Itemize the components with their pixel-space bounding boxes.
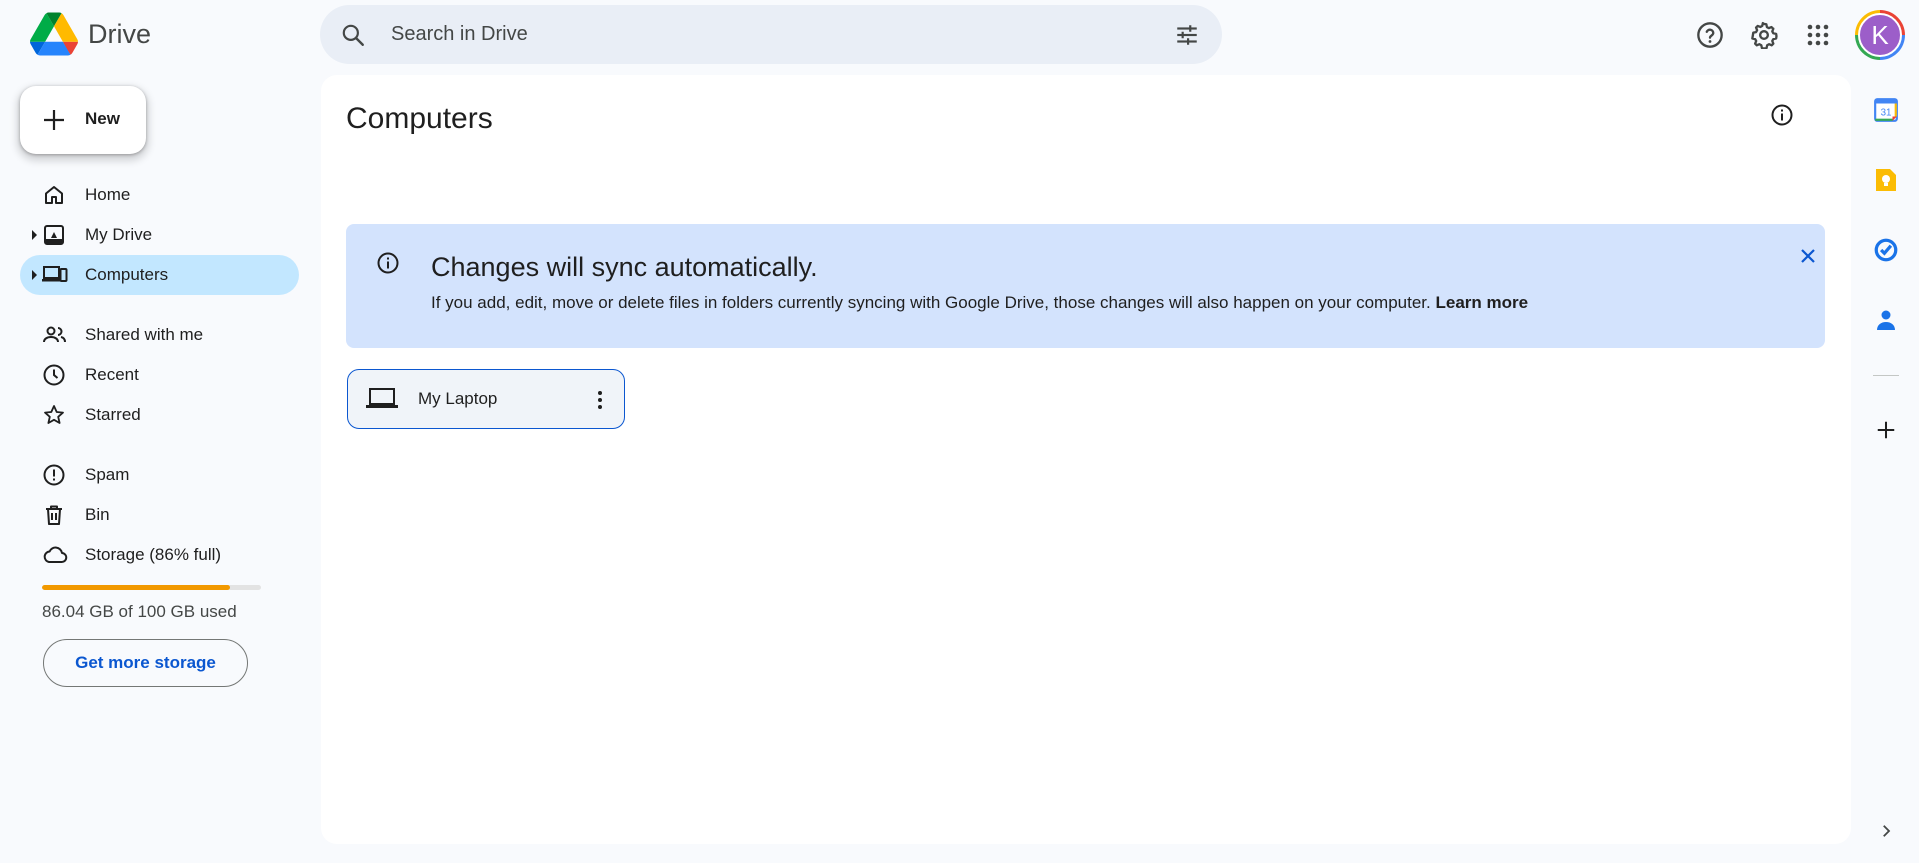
storage-progress-fill [42,585,231,590]
sidebar-item-storage[interactable]: Storage (86% full) [20,535,299,575]
clock-icon [42,363,66,387]
new-button[interactable]: New [20,86,146,154]
sidebar-item-label: Starred [85,405,141,424]
computers-icon [42,263,68,287]
sidebar-item-label: Recent [85,365,139,384]
get-more-storage-button[interactable]: Get more storage [43,639,248,687]
info-icon[interactable] [1770,103,1794,127]
drive-logo[interactable]: Drive [30,12,151,56]
sync-info-banner: Changes will sync automatically. If you … [346,224,1825,348]
sidebar-item-label: Home [85,185,131,204]
more-options-icon[interactable] [588,388,612,412]
banner-title: Changes will sync automatically. [431,252,818,282]
laptop-icon [366,386,398,410]
avatar-initial: K [1858,13,1902,57]
sidebar-item-computers[interactable]: Computers [20,255,299,295]
star-icon [42,403,66,427]
app-name: Drive [88,18,152,49]
sidebar-item-my-drive[interactable]: My Drive [20,215,299,255]
sidebar-item-label: Bin [85,505,110,524]
plus-icon [42,108,66,132]
sidebar-item-recent[interactable]: Recent [20,355,299,395]
spam-icon [42,463,66,487]
people-icon [42,323,68,347]
storage-progress-bar [42,585,261,590]
side-panel-divider [1873,375,1899,376]
search-options-icon[interactable] [1174,22,1200,48]
expand-caret-icon[interactable] [32,230,37,240]
sidebar-item-bin[interactable]: Bin [20,495,299,535]
add-addon-plus-icon[interactable] [1870,414,1902,446]
sidebar-item-label: My Drive [85,225,153,244]
learn-more-link[interactable]: Learn more [1436,293,1529,312]
banner-text-line: If you add, edit, move or delete files i… [431,293,1528,313]
computer-name: My Laptop [418,389,498,408]
storage-usage-text: 86.04 GB of 100 GB used [42,602,237,621]
sidebar-item-label: Computers [85,265,169,284]
settings-gear-icon[interactable] [1744,15,1784,55]
calendar-day: 31 [1881,107,1892,118]
calendar-icon[interactable]: 31 [1870,94,1902,126]
main-content: Computers Changes will sync automaticall… [321,75,1851,844]
sidebar-item-home[interactable]: Home [20,175,299,215]
home-icon [42,183,66,207]
drive-logo-icon [30,12,78,56]
keep-icon[interactable] [1870,164,1902,196]
chevron-right-icon[interactable] [1870,815,1902,847]
contacts-icon[interactable] [1870,304,1902,336]
page-title: Computers [346,102,493,135]
expand-caret-icon[interactable] [32,270,37,280]
sidebar-item-starred[interactable]: Starred [20,395,299,435]
search-icon[interactable] [340,22,366,48]
tasks-icon[interactable] [1870,234,1902,266]
info-icon [376,251,400,275]
sidebar-item-label: Storage (86% full) [85,545,222,564]
my-drive-icon [42,223,66,247]
new-button-label: New [85,109,120,128]
sidebar-item-label: Shared with me [85,325,204,344]
close-icon[interactable] [1796,244,1820,268]
sidebar-item-spam[interactable]: Spam [20,455,299,495]
search-bar[interactable]: Search in Drive [320,5,1222,64]
help-icon[interactable] [1690,15,1730,55]
account-avatar[interactable]: K [1855,10,1905,60]
trash-icon [42,503,66,527]
sidebar-item-shared[interactable]: Shared with me [20,315,299,355]
apps-grid-icon[interactable] [1798,15,1838,55]
sidebar-item-label: Spam [85,465,130,484]
cloud-icon [42,543,68,567]
banner-text: If you add, edit, move or delete files i… [431,293,1431,312]
computer-card[interactable]: My Laptop [347,369,625,429]
search-input[interactable]: Search in Drive [391,23,528,46]
